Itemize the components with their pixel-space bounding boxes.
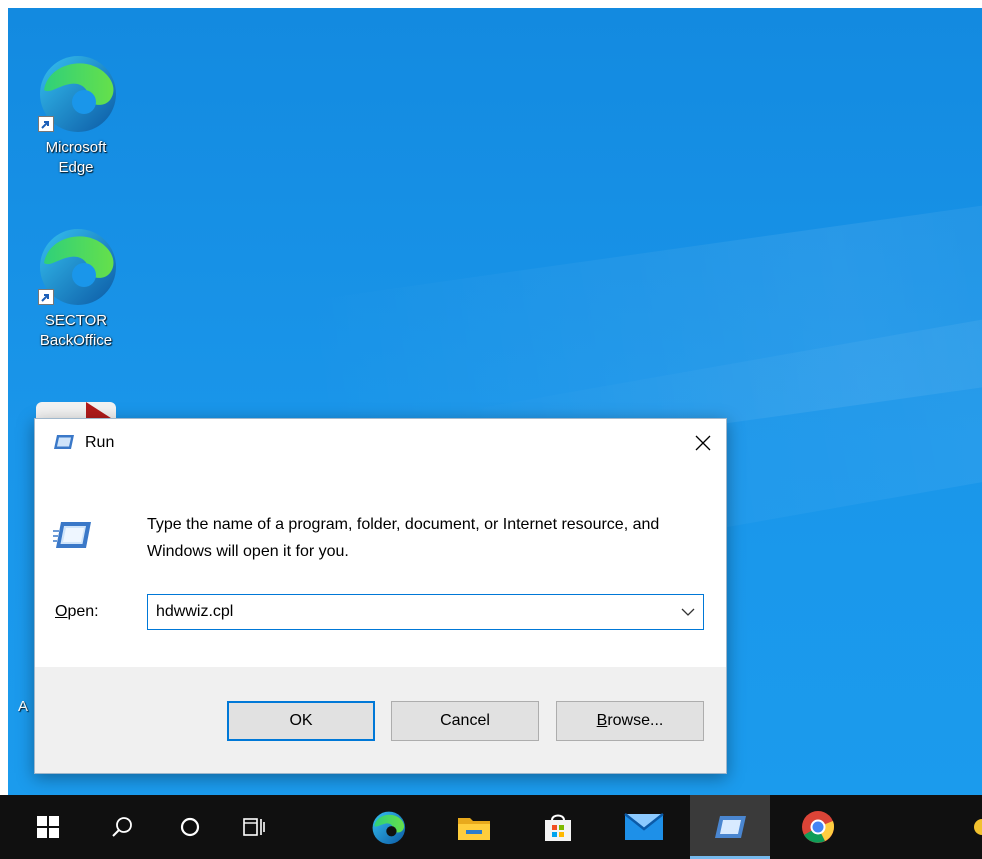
desktop-icon-label: SECTOR BackOffice	[28, 311, 124, 351]
start-button[interactable]	[16, 795, 80, 859]
search-button[interactable]	[90, 795, 154, 859]
dialog-description: Type the name of a program, folder, docu…	[147, 516, 660, 560]
dialog-title: Run	[85, 434, 115, 451]
taskbar	[0, 795, 982, 859]
run-dialog: Run Type the name of a program, folder, …	[34, 418, 727, 774]
run-program-icon	[53, 515, 93, 555]
browse-accelerator: B	[596, 712, 608, 729]
desktop-icon-sector-backoffice[interactable]: SECTOR BackOffice	[28, 223, 124, 351]
close-button[interactable]	[680, 419, 726, 467]
taskbar-chrome[interactable]	[786, 795, 850, 859]
shortcut-arrow-icon	[38, 116, 54, 132]
shortcut-arrow-icon	[38, 289, 54, 305]
open-combobox[interactable]	[147, 594, 704, 630]
taskbar-mail[interactable]	[612, 795, 676, 859]
desktop-icon-label-partial: A	[18, 698, 29, 715]
desktop-icon-label-line-2: Edge	[58, 159, 94, 176]
task-view-icon	[243, 818, 265, 836]
run-icon	[53, 434, 75, 450]
tray-partial-icon[interactable]	[974, 819, 982, 835]
close-icon	[695, 435, 711, 451]
cancel-button[interactable]: Cancel	[391, 701, 539, 741]
browse-label: rowse...	[607, 712, 664, 729]
desktop-icon-label-line-1: Microsoft	[45, 139, 107, 156]
cortana-button[interactable]	[158, 795, 222, 859]
store-icon	[545, 814, 571, 841]
taskbar-store[interactable]	[526, 795, 590, 859]
edge-icon	[34, 223, 118, 307]
desktop-icon-label-line-1: SECTOR	[44, 312, 108, 329]
ok-button[interactable]: OK	[227, 701, 375, 741]
open-label-text: pen:	[67, 603, 99, 620]
taskbar-file-explorer[interactable]	[442, 795, 506, 859]
cortana-icon	[180, 817, 200, 837]
edge-icon	[34, 50, 118, 134]
mail-icon	[624, 813, 664, 840]
run-icon	[715, 816, 746, 838]
file-explorer-icon	[458, 818, 490, 840]
task-view-button[interactable]	[222, 795, 286, 859]
desktop-icon-label-line-2: BackOffice	[39, 332, 113, 349]
desktop-icon-label: Microsoft Edge	[28, 138, 124, 178]
open-input[interactable]	[148, 595, 671, 629]
search-icon	[112, 817, 132, 837]
taskbar-edge[interactable]	[356, 795, 420, 859]
chevron-down-icon[interactable]	[679, 603, 697, 621]
edge-icon	[372, 811, 406, 845]
windows-start-icon	[37, 816, 59, 838]
open-label: Open:	[55, 603, 99, 621]
open-label-accelerator: O	[55, 603, 68, 620]
title-bar[interactable]: Run	[35, 419, 726, 471]
taskbar-run[interactable]	[690, 795, 770, 859]
browse-button[interactable]: Browse...	[556, 701, 704, 741]
chrome-icon	[802, 811, 835, 843]
button-bar: OK Cancel Browse...	[35, 667, 726, 773]
desktop-icon-microsoft-edge[interactable]: Microsoft Edge	[28, 50, 124, 178]
